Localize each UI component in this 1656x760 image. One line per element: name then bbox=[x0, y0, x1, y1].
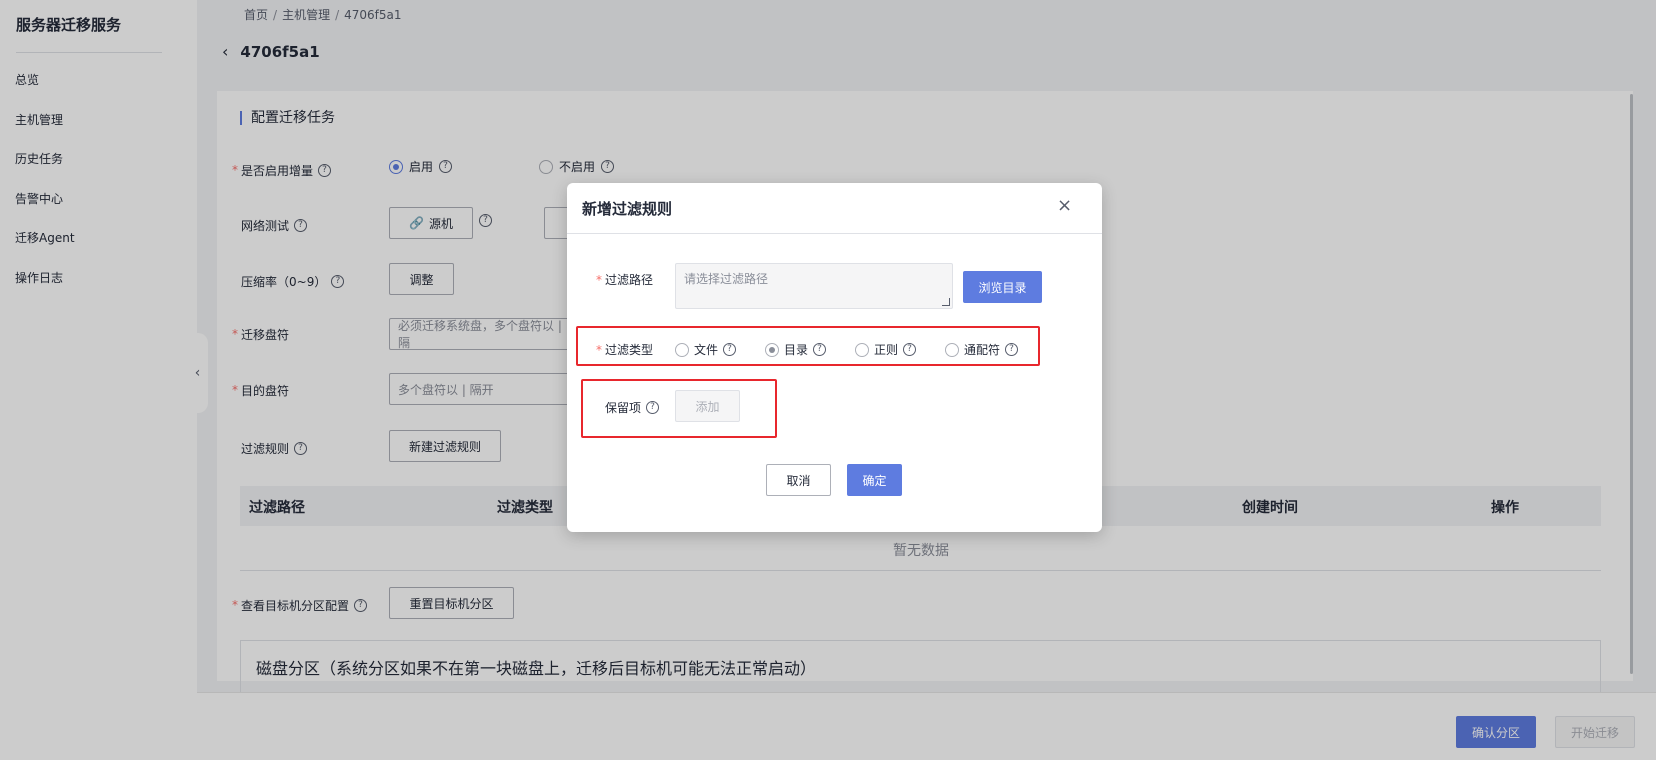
filter-path-placeholder: 请选择过滤路径 bbox=[684, 272, 769, 286]
filter-path-label: * 过滤路径 bbox=[596, 271, 653, 288]
ok-button[interactable]: 确定 bbox=[847, 464, 902, 496]
filter-path-label-text: 过滤路径 bbox=[605, 273, 654, 287]
help-icon[interactable]: ? bbox=[1005, 343, 1019, 356]
radio-label: 目录 bbox=[784, 343, 809, 357]
browse-directory-button[interactable]: 浏览目录 bbox=[963, 271, 1042, 303]
filter-type-regex-radio[interactable]: 正则 ? bbox=[855, 341, 917, 358]
close-icon[interactable]: × bbox=[1057, 195, 1072, 216]
radio-label: 文件 bbox=[694, 343, 719, 357]
help-icon[interactable]: ? bbox=[723, 343, 737, 356]
help-icon[interactable]: ? bbox=[903, 343, 917, 356]
dialog-title: 新增过滤规则 bbox=[582, 200, 673, 218]
radio-label: 正则 bbox=[874, 343, 899, 357]
add-retain-button[interactable]: 添加 bbox=[675, 390, 740, 422]
filter-type-wildcard-radio[interactable]: 通配符 ? bbox=[945, 341, 1019, 358]
radio-label: 通配符 bbox=[964, 343, 1001, 357]
radio-unchecked-icon[interactable] bbox=[945, 342, 959, 357]
radio-checked-icon[interactable] bbox=[765, 342, 779, 357]
radio-unchecked-icon[interactable] bbox=[855, 342, 869, 357]
add-filter-rule-dialog: 新增过滤规则 × * 过滤路径 请选择过滤路径 浏览目录 * 过滤类型 文件 ? 目… bbox=[567, 183, 1102, 532]
filter-type-label-text: 过滤类型 bbox=[605, 343, 654, 357]
filter-type-label: * 过滤类型 bbox=[596, 341, 653, 358]
filter-path-textarea[interactable]: 请选择过滤路径 bbox=[675, 263, 953, 309]
resize-grip-icon[interactable] bbox=[942, 298, 950, 306]
filter-type-file-radio[interactable]: 文件 ? bbox=[675, 341, 737, 358]
help-icon[interactable]: ? bbox=[646, 401, 660, 414]
required-mark: * bbox=[596, 273, 602, 287]
radio-unchecked-icon[interactable] bbox=[675, 342, 689, 357]
cancel-button[interactable]: 取消 bbox=[766, 464, 831, 496]
help-icon[interactable]: ? bbox=[813, 343, 827, 356]
filter-type-directory-radio[interactable]: 目录 ? bbox=[765, 341, 827, 358]
dialog-divider bbox=[567, 233, 1102, 234]
retain-label: 保留项 ? bbox=[605, 399, 660, 416]
retain-label-text: 保留项 bbox=[605, 401, 642, 415]
required-mark: * bbox=[596, 343, 602, 357]
